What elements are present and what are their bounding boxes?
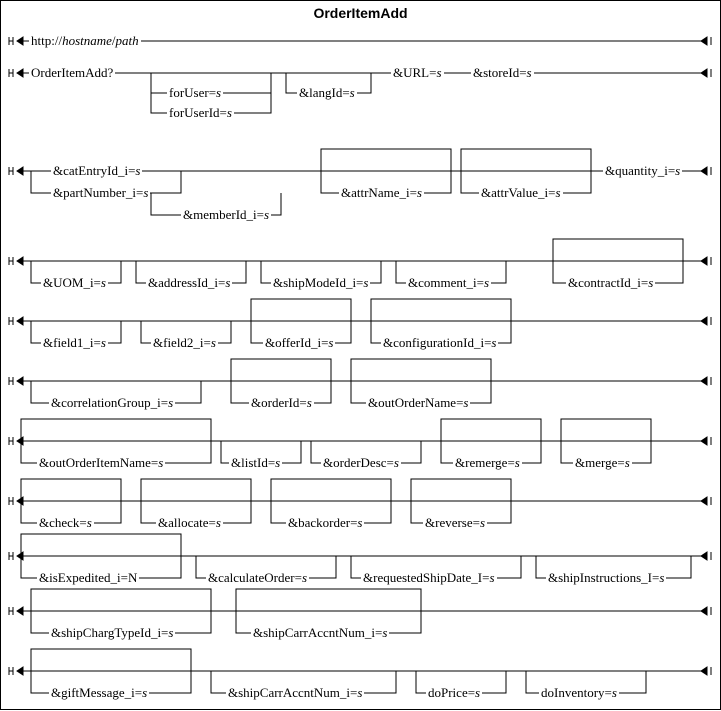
token-configurationid: &configurationId_i=s [381,336,498,350]
token-partnumber: &partNumber_i=s [51,186,150,200]
token-foruserid: forUserId=s [167,106,234,120]
token-remerge: &remerge=s [453,456,522,470]
token-reverse: &reverse=s [423,516,487,530]
rail-lines [1,1,721,711]
token-orderid: &orderId=s [249,396,314,410]
token-giftmessage: &giftMessage_i=s [49,686,149,700]
token-shipmodeid: &shipModeId_i=s [271,276,370,290]
token-outordername: &outOrderName=s [366,396,470,410]
token-listid: &listId=s [229,456,282,470]
token-url-param: &URL=s [391,66,444,80]
token-calculateorder: &calculateOrder=s [206,571,309,585]
token-backorder: &backorder=s [286,516,364,530]
token-shipcarraccntnum1: &shipCarrAccntNum_i=s [251,626,389,640]
token-addressid: &addressId_i=s [146,276,232,290]
token-field1: &field1_i=s [41,336,108,350]
token-field2: &field2_i=s [151,336,218,350]
token-shipcarraccntnum2: &shipCarrAccntNum_i=s [226,686,364,700]
token-allocate: &allocate=s [156,516,223,530]
token-check: &check=s [37,516,94,530]
token-memberid: &memberId_i=s [181,208,271,222]
token-attrname: &attrName_i=s [339,186,424,200]
token-contractid: &contractId_i=s [566,276,655,290]
token-doinventory: doInventory=s [539,686,619,700]
token-comment: &comment_i=s [406,276,491,290]
token-quantity: &quantity_i=s [603,164,682,178]
token-catentryid: &catEntryId_i=s [51,164,142,178]
token-correlationgroup: &correlationGroup_i=s [49,396,175,410]
token-offerid: &offerId_i=s [263,336,335,350]
token-merge: &merge=s [573,456,632,470]
token-isexpedited: &isExpedited_i=N [37,571,139,585]
token-doprice: doPrice=s [426,686,482,700]
token-storeid: &storeId=s [471,66,534,80]
token-shipchargtypeid: &shipChargTypeId_i=s [49,626,175,640]
syntax-diagram-frame: OrderItemAdd [0,0,721,710]
token-uom: &UOM_i=s [41,276,108,290]
token-langid: &langId=s [297,86,357,100]
token-orderdesc: &orderDesc=s [321,456,401,470]
token-attrvalue: &attrValue_i=s [479,186,563,200]
token-outorderitemname: &outOrderItemName=s [37,456,165,470]
token-foruser: forUser=s [167,86,223,100]
token-url: http://hostname/path [29,34,141,48]
token-shipinstructions: &shipInstructions_I=s [546,571,666,585]
token-requestedshipdate: &requestedShipDate_I=s [361,571,497,585]
token-command: OrderItemAdd? [29,66,115,80]
